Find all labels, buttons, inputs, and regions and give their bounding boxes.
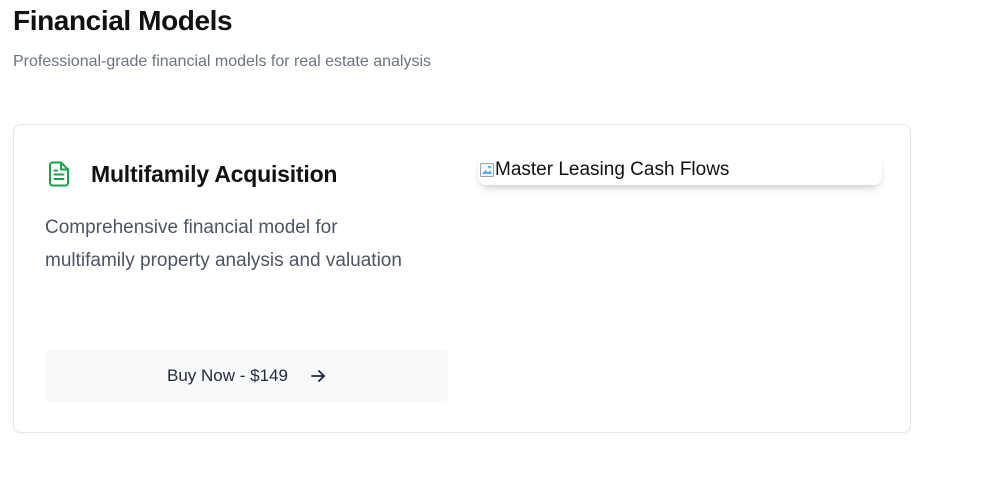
page-subtitle: Professional-grade financial models for … [13, 53, 431, 70]
document-text-icon [47, 160, 71, 188]
page-title: Financial Models [13, 5, 233, 36]
product-title: Multifamily Acquisition [91, 161, 338, 187]
page: Financial Models Professional-grade fina… [0, 0, 1001, 497]
broken-image-icon [479, 162, 495, 178]
buy-now-button[interactable]: Buy Now - $149 [45, 349, 448, 403]
product-description: Comprehensive financial model for multif… [45, 217, 402, 271]
arrow-right-icon [310, 368, 326, 384]
product-card-header: Multifamily Acquisition [47, 159, 337, 189]
product-image: Master Leasing Cash Flows [478, 155, 882, 185]
buy-now-label: Buy Now - $149 [167, 366, 288, 385]
product-image-alt-text: Master Leasing Cash Flows [495, 159, 730, 180]
product-card: Multifamily Acquisition Comprehensive fi… [13, 124, 911, 433]
